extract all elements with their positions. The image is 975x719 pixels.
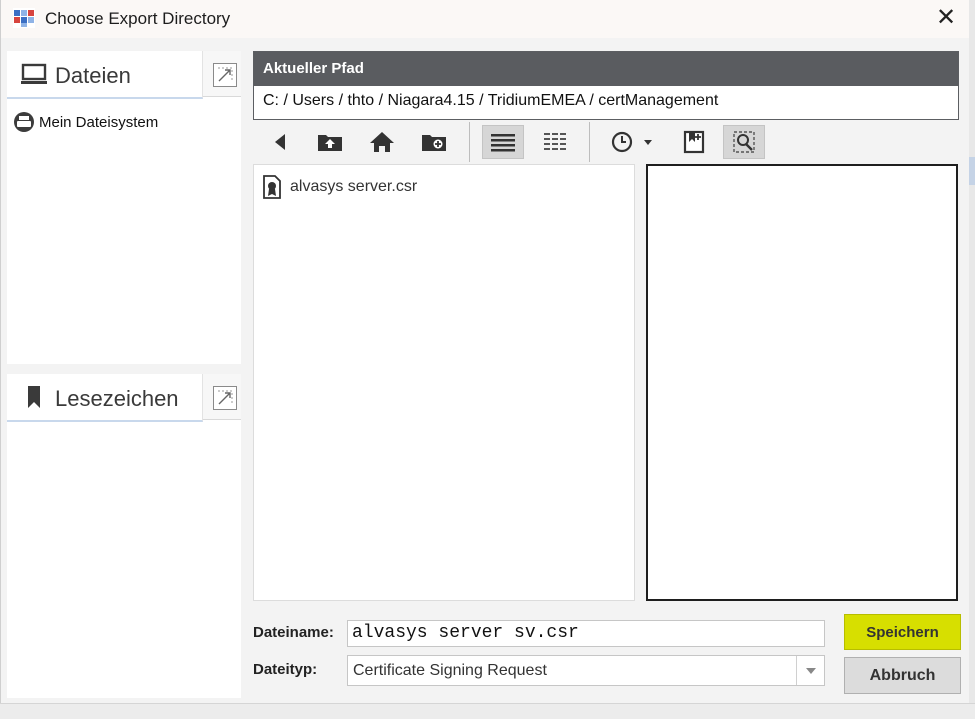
bookmarks-panel-header: Lesezeichen xyxy=(7,374,241,422)
preview-toggle-button[interactable] xyxy=(723,125,765,159)
file-name: alvasys server.csr xyxy=(290,178,418,195)
drive-icon xyxy=(14,112,34,132)
background-highlight xyxy=(969,157,975,185)
file-list: alvasys server.csr xyxy=(253,164,635,601)
bookmark-icon xyxy=(28,386,40,408)
bookmarks-panel: Lesezeichen xyxy=(7,374,241,698)
tab-files-label: Dateien xyxy=(55,63,131,88)
background-window-edge xyxy=(969,0,975,719)
toolbar-separator xyxy=(589,122,590,162)
home-button[interactable] xyxy=(361,125,403,159)
tree-item-filesystem[interactable]: Mein Dateisystem xyxy=(13,111,158,133)
expand-icon xyxy=(218,390,233,405)
files-panel-expand-button[interactable] xyxy=(213,63,237,87)
details-view-button[interactable] xyxy=(534,125,576,159)
back-button[interactable] xyxy=(259,125,301,159)
toolbar-separator xyxy=(469,122,470,162)
cancel-button[interactable]: Abbruch xyxy=(844,657,961,694)
path-value[interactable]: C: / Users / thto / Niagara4.15 / Tridiu… xyxy=(254,86,958,119)
history-button[interactable] xyxy=(601,125,663,159)
filetype-label: Dateityp: xyxy=(253,661,318,678)
tab-files[interactable]: Dateien xyxy=(7,51,203,99)
title-bar: Choose Export Directory ✕ xyxy=(1,0,970,38)
expand-icon xyxy=(218,67,233,82)
window-title: Choose Export Directory xyxy=(45,9,231,28)
new-folder-button[interactable] xyxy=(413,125,455,159)
up-folder-icon xyxy=(318,135,342,151)
current-path: Aktueller Pfad C: / Users / thto / Niaga… xyxy=(253,51,959,120)
files-panel: Dateien Mein Dateisystem xyxy=(7,51,241,364)
bookmarks-panel-body xyxy=(7,422,241,698)
background-window-edge-bottom xyxy=(0,703,975,719)
chevron-down-icon xyxy=(805,667,816,674)
history-icon xyxy=(611,131,633,153)
details-view-icon xyxy=(544,133,566,150)
preview-icon xyxy=(733,131,755,153)
files-panel-body: Mein Dateisystem xyxy=(7,99,241,364)
dialog-body: Dateien Mein Dateisystem Lesezeichen Akt… xyxy=(1,38,970,703)
up-folder-button[interactable] xyxy=(309,125,351,159)
file-toolbar xyxy=(253,122,773,162)
monitor-icon xyxy=(21,63,47,84)
tab-bookmarks[interactable]: Lesezeichen xyxy=(7,374,203,422)
export-dialog: Choose Export Directory ✕ Dateien Mein D… xyxy=(0,0,970,703)
bookmark-add-icon xyxy=(683,130,705,154)
filetype-value: Certificate Signing Request xyxy=(353,662,547,679)
list-view-button[interactable] xyxy=(482,125,524,159)
certificate-file-icon xyxy=(263,175,281,199)
app-icon xyxy=(13,8,35,28)
filetype-dropdown-button[interactable] xyxy=(796,656,824,685)
back-icon xyxy=(275,134,285,150)
list-view-icon xyxy=(491,134,515,152)
close-icon: ✕ xyxy=(935,4,957,31)
filetype-select[interactable]: Certificate Signing Request xyxy=(347,655,825,686)
path-header: Aktueller Pfad xyxy=(254,52,958,86)
filename-label: Dateiname: xyxy=(253,624,334,641)
add-bookmark-button[interactable] xyxy=(673,125,715,159)
new-folder-icon xyxy=(422,135,446,151)
home-icon xyxy=(370,132,394,152)
chevron-down-icon xyxy=(644,140,652,145)
bookmarks-panel-expand-button[interactable] xyxy=(213,386,237,410)
file-item[interactable]: alvasys server.csr xyxy=(260,175,417,199)
tab-bookmarks-label: Lesezeichen xyxy=(55,386,179,411)
save-button[interactable]: Speichern xyxy=(844,614,961,650)
preview-pane xyxy=(646,164,958,601)
filename-input[interactable]: alvasys server sv.csr xyxy=(347,620,825,647)
files-panel-header: Dateien xyxy=(7,51,241,99)
close-button[interactable]: ✕ xyxy=(930,4,962,32)
tree-item-label: Mein Dateisystem xyxy=(39,113,159,131)
